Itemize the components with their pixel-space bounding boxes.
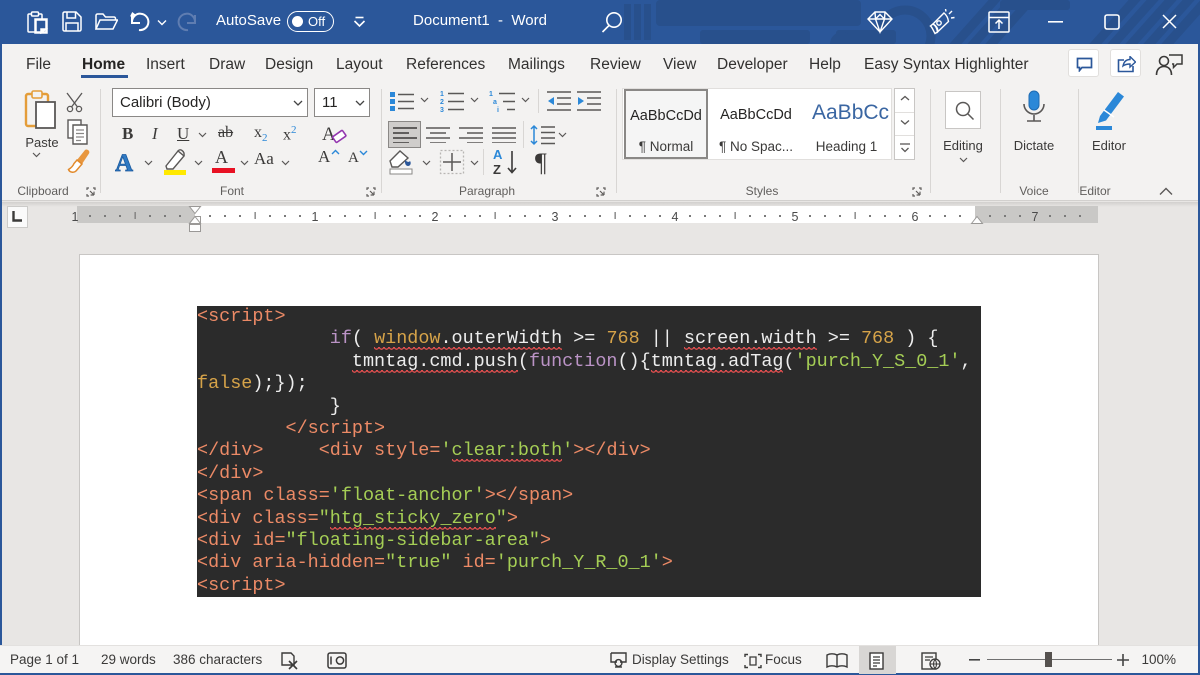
svg-text:5: 5 (792, 210, 799, 224)
svg-text:A: A (322, 124, 336, 145)
svg-text:1: 1 (312, 210, 319, 224)
svg-text:A: A (493, 148, 503, 162)
svg-text:3: 3 (552, 210, 559, 224)
svg-text:¶: ¶ (535, 148, 547, 175)
svg-text:3: 3 (440, 107, 444, 113)
svg-text:6: 6 (912, 210, 919, 224)
svg-text:2: 2 (432, 210, 439, 224)
svg-text:A: A (115, 150, 133, 174)
svg-text:a: a (493, 99, 497, 106)
svg-text:1: 1 (489, 91, 493, 98)
svg-text:2: 2 (440, 99, 444, 106)
svg-text:i: i (497, 107, 499, 113)
svg-text:1: 1 (72, 210, 79, 224)
svg-text:Z: Z (493, 162, 501, 176)
svg-text:1: 1 (440, 91, 444, 98)
svg-text:7: 7 (1032, 210, 1039, 224)
svg-text:4: 4 (672, 210, 679, 224)
